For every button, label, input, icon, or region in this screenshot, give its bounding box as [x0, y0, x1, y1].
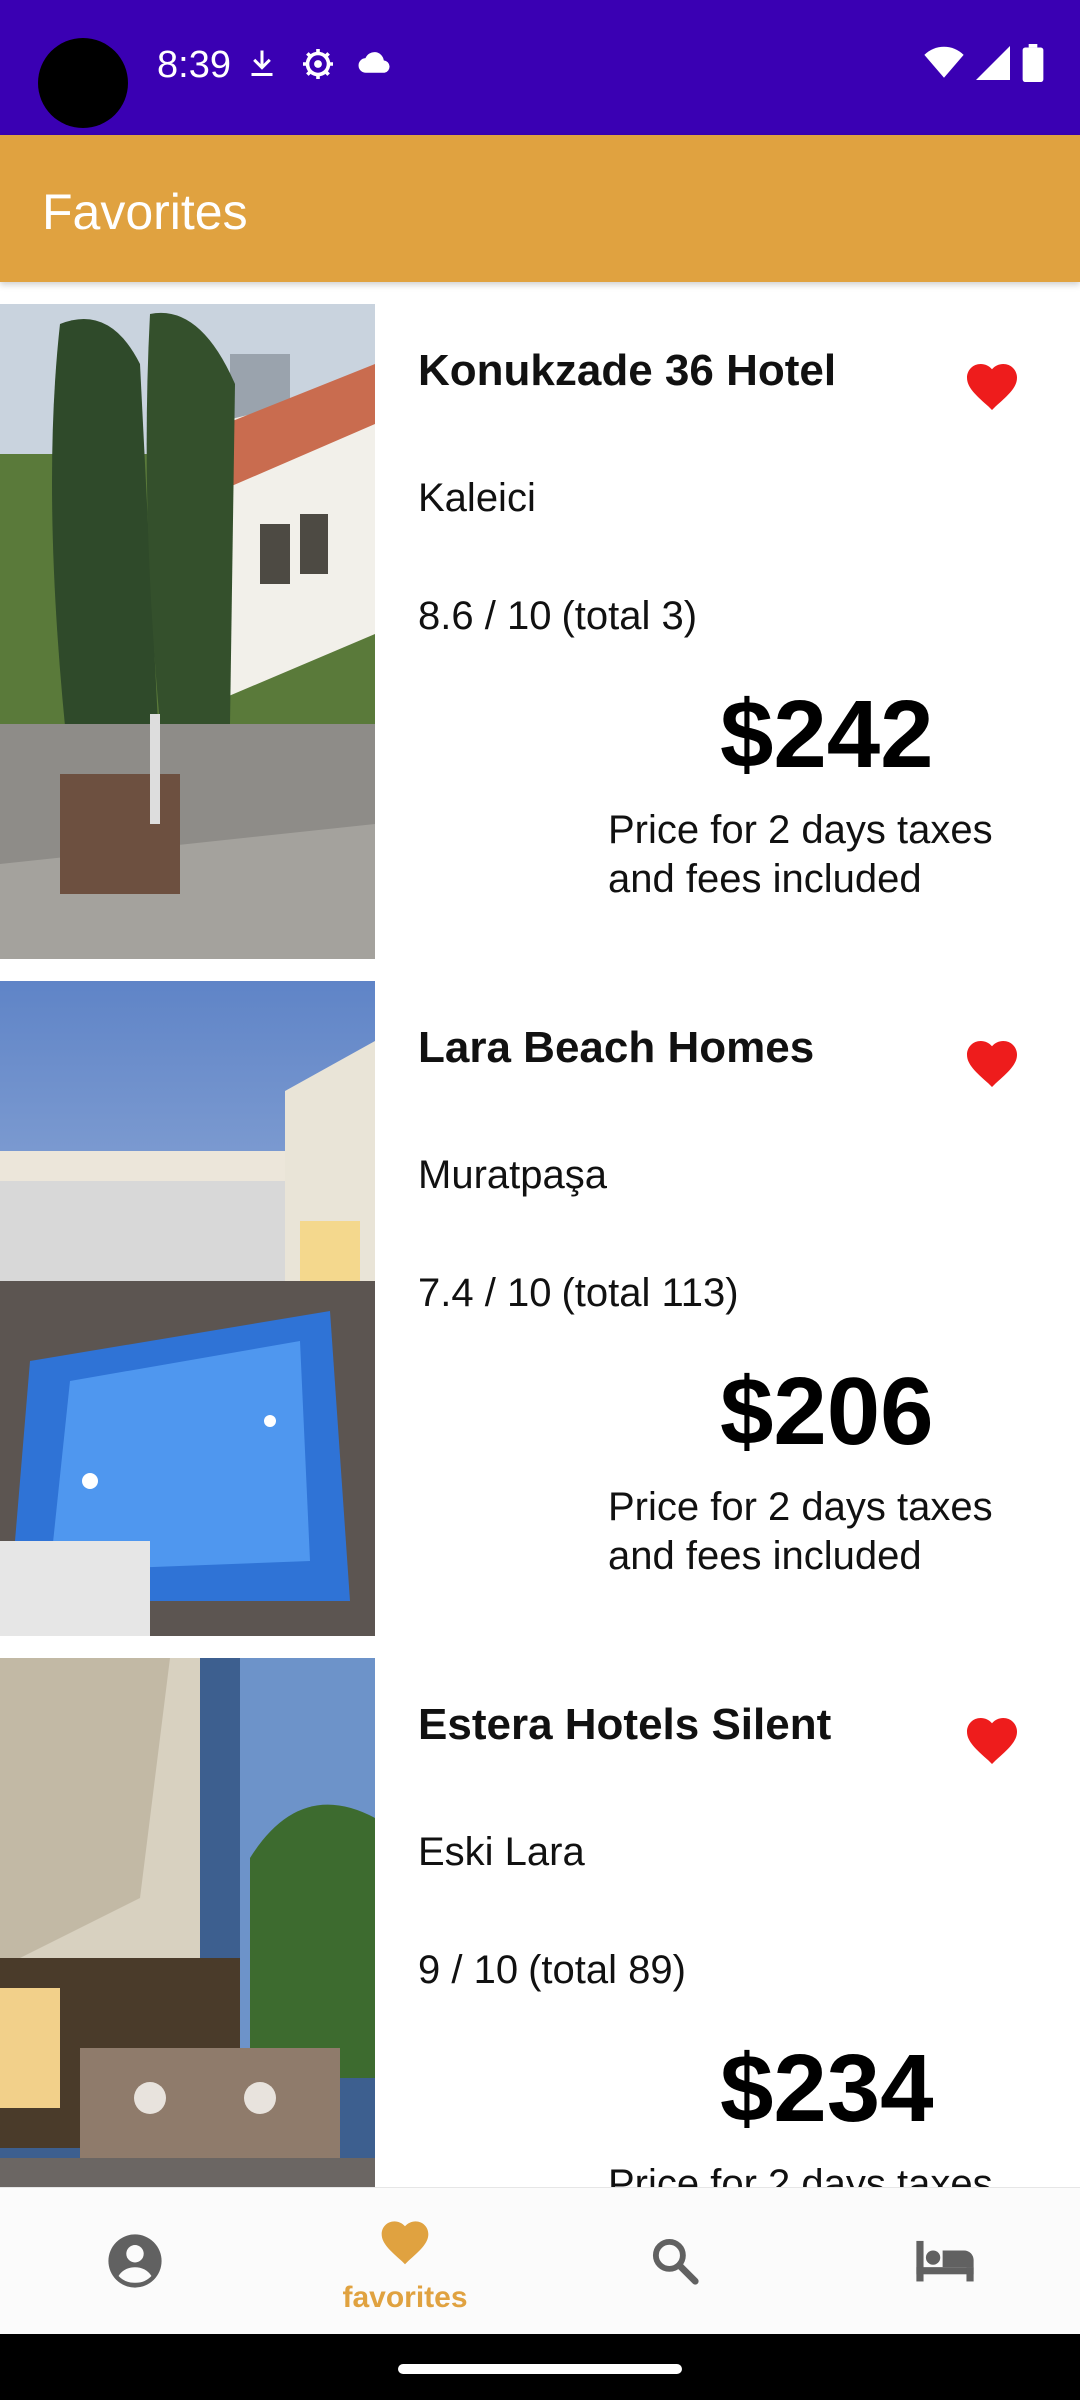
hotel-photo-image — [0, 1658, 375, 2187]
heart-icon — [967, 1041, 1017, 1087]
nav-label-favorites: favorites — [342, 2281, 468, 2314]
nav-item-hotels[interactable] — [810, 2188, 1080, 2335]
rating-total: (total 113) — [561, 1271, 739, 1315]
hotel-bed-icon — [916, 2240, 974, 2282]
rating-total: (total 3) — [561, 594, 698, 638]
hotel-rating: 8.6 / 10 (total 3) — [418, 594, 697, 639]
nav-item-favorites[interactable]: favorites — [270, 2188, 540, 2335]
account-icon — [108, 2234, 162, 2288]
favorite-toggle-button[interactable] — [962, 1033, 1032, 1093]
hotel-photo[interactable] — [0, 304, 375, 959]
hotel-rating: 9 / 10 (total 89) — [418, 1948, 686, 1993]
download-icon — [251, 50, 273, 76]
status-time: 8:39 — [157, 44, 231, 86]
home-gesture-handle[interactable] — [398, 2364, 682, 2374]
heart-icon — [967, 1718, 1017, 1764]
heart-icon — [381, 2221, 429, 2265]
hotel-card[interactable]: Lara Beach Homes Muratpaşa 7.4 / 10 (tota… — [0, 981, 1080, 1636]
nav-item-search[interactable] — [540, 2188, 810, 2335]
hotel-photo-image — [0, 304, 375, 959]
wifi-icon — [924, 46, 964, 78]
bottom-navigation: favorites — [0, 2187, 1080, 2335]
app-bar: Favorites — [0, 135, 1080, 282]
hotel-location: Muratpaşa — [418, 1153, 607, 1197]
status-icons-left — [244, 46, 394, 82]
hotel-name[interactable]: Konukzade 36 Hotel — [418, 346, 836, 396]
hotel-card[interactable]: Estera Hotels Silent Eski Lara 9 / 10 (to… — [0, 1658, 1080, 2187]
cloud-icon — [358, 52, 390, 73]
hotel-name[interactable]: Lara Beach Homes — [418, 1023, 814, 1073]
hotel-location: Eski Lara — [418, 1830, 585, 1874]
nav-item-account[interactable] — [0, 2188, 270, 2335]
favorite-toggle-button[interactable] — [962, 356, 1032, 416]
favorite-toggle-button[interactable] — [962, 1710, 1032, 1770]
hotel-rating: 7.4 / 10 (total 113) — [418, 1271, 739, 1316]
rating-total: (total 89) — [528, 1948, 686, 1992]
hotel-name[interactable]: Estera Hotels Silent — [418, 1700, 831, 1750]
camera-cutout — [38, 38, 128, 128]
search-icon — [652, 2238, 699, 2285]
hotel-price: $234 — [720, 2035, 934, 2142]
hotel-price: $206 — [720, 1358, 934, 1465]
status-bar: 8:39 — [0, 0, 1080, 135]
rating-score: 7.4 / 10 — [418, 1271, 552, 1315]
settings-icon — [303, 49, 333, 79]
price-note: Price for 2 days taxes and fees included — [608, 1485, 993, 1578]
system-gesture-bar — [0, 2334, 1080, 2400]
price-note: Price for 2 days taxes and fees included — [608, 2162, 993, 2187]
rating-score: 8.6 / 10 — [418, 594, 552, 638]
hotel-photo[interactable] — [0, 981, 375, 1636]
heart-icon — [967, 364, 1017, 410]
page-title: Favorites — [42, 184, 248, 240]
hotel-card[interactable]: Konukzade 36 Hotel Kaleici 8.6 / 10 (tota… — [0, 304, 1080, 959]
rating-score: 9 / 10 — [418, 1948, 519, 1992]
hotel-photo[interactable] — [0, 1658, 375, 2187]
signal-icon — [976, 46, 1010, 80]
status-icons-right — [924, 44, 1044, 82]
hotel-location: Kaleici — [418, 476, 536, 520]
favorites-list[interactable]: Konukzade 36 Hotel Kaleici 8.6 / 10 (tota… — [0, 304, 1080, 2187]
hotel-photo-image — [0, 981, 375, 1636]
battery-icon — [1022, 44, 1044, 82]
price-note: Price for 2 days taxes and fees included — [608, 808, 993, 901]
hotel-price: $242 — [720, 681, 934, 788]
